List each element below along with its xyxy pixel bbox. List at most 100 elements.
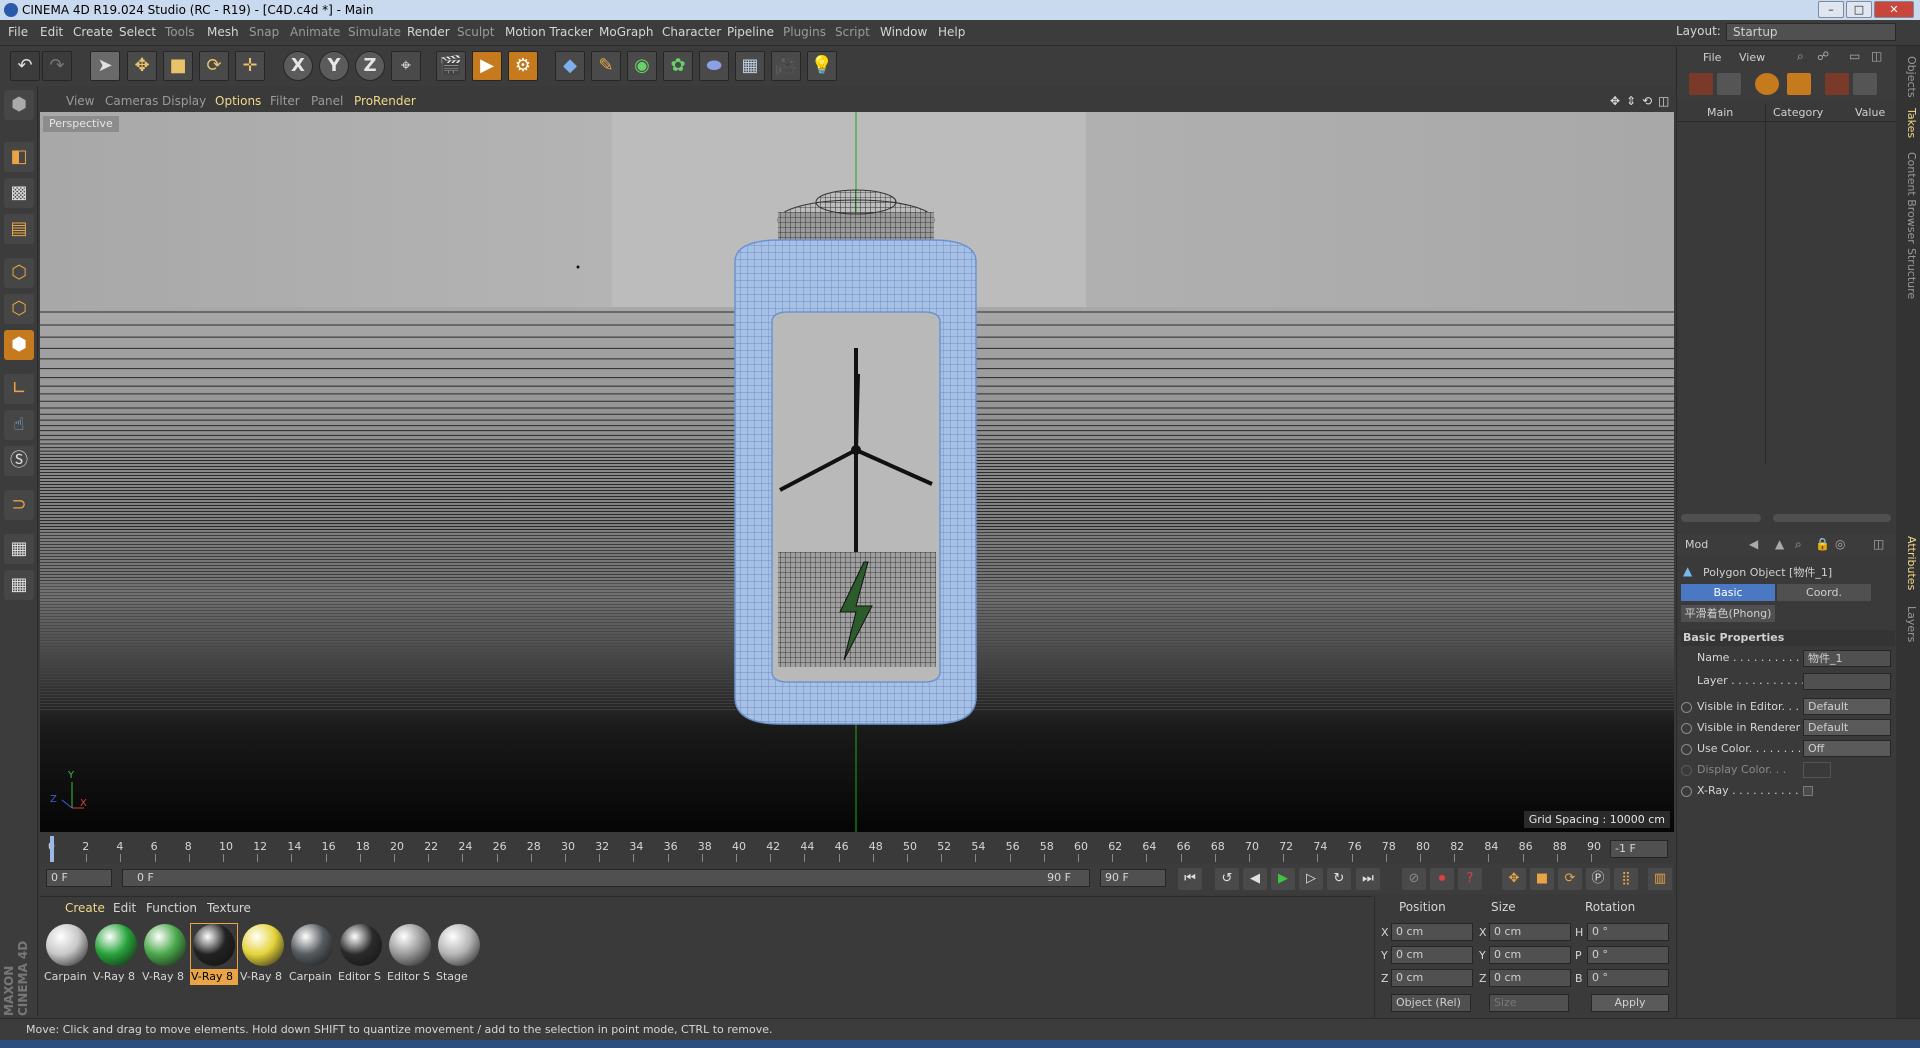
size-z-field[interactable]: 0 cm [1489,969,1571,987]
rot-p-field[interactable]: 0 ° [1587,946,1669,964]
record-keys-icon[interactable]: ⏺ [1430,868,1454,890]
workplane-grid-icon[interactable]: ▦ [4,570,34,600]
layout-dropdown[interactable]: Startup [1726,23,1896,41]
material-swatch[interactable]: Editor S [387,924,433,984]
select-arrow-icon[interactable]: ➤ [90,51,120,81]
undo-icon[interactable]: ↶ [10,51,40,81]
side-tab-content-browser[interactable]: Content Browser [1898,152,1918,244]
attr-lock-icon[interactable]: 🔒 [1815,537,1830,551]
move-tool-icon[interactable]: ✥ [127,51,157,81]
mat-menu-edit[interactable]: Edit [113,901,136,915]
y-axis-lock-icon[interactable]: Y [319,51,349,81]
mograph-cloner-icon[interactable]: ✿ [663,51,693,81]
cube-primitive-icon[interactable]: ◆ [555,51,585,81]
attr-layer-field[interactable] [1803,673,1891,690]
polygons-mode-icon[interactable]: ⬢ [4,330,34,360]
mat-menu-function[interactable]: Function [146,901,197,915]
perspective-viewport[interactable]: Perspective Grid Spacing : 10000 cm Y Z … [40,112,1674,832]
render-picture-viewer-icon[interactable]: ▶ [472,51,502,81]
solo-mode-icon[interactable]: Ⓢ [4,446,34,476]
attr-use-color-dropdown[interactable]: Off [1803,740,1891,757]
menu-motion-tracker[interactable]: Motion Tracker [505,25,593,39]
go-to-start-icon[interactable]: ⏮ [1178,868,1202,890]
maximize-button[interactable]: □ [1846,1,1872,18]
timeline-end-marker[interactable]: -1 F [1610,840,1668,858]
material-swatch[interactable]: V-Ray 8 [240,924,286,984]
vp-menu-panel[interactable]: Panel [311,94,343,108]
menu-mesh[interactable]: Mesh [207,25,239,39]
menu-edit[interactable]: Edit [40,25,63,39]
menu-plugins[interactable]: Plugins [783,25,826,39]
attributes-mode-menu[interactable]: Mod [1685,538,1708,551]
light-icon[interactable]: 💡 [807,51,837,81]
vp-menu-display[interactable]: Display [162,94,206,108]
viewport-rotate-icon[interactable]: ⟲ [1642,94,1652,108]
camera-label[interactable]: Perspective [43,116,119,132]
side-tab-objects[interactable]: Objects [1898,56,1918,98]
motion-record-icon[interactable]: ⊘ [1402,868,1426,890]
menu-pipeline[interactable]: Pipeline [727,25,774,39]
previous-key-icon[interactable]: ↺ [1215,868,1239,890]
z-axis-lock-icon[interactable]: Z [355,51,385,81]
viewport-zoom-icon[interactable]: ⇕ [1626,94,1636,108]
material-swatch[interactable]: Stage [436,924,482,984]
pen-spline-icon[interactable]: ✎ [591,51,621,81]
objects-hscroll-right[interactable] [1773,514,1891,522]
timeline-window-icon[interactable]: ▥ [1648,868,1672,890]
play-forward-icon[interactable]: ▶ [1271,868,1295,890]
render-settings-icon[interactable]: ⚙ [508,51,538,81]
mat-menu-texture[interactable]: Texture [207,901,251,915]
objects-menu-view[interactable]: View [1739,51,1765,64]
menu-script[interactable]: Script [835,25,870,39]
floor-icon[interactable]: ▦ [735,51,765,81]
xray-checkbox[interactable] [1803,786,1813,796]
takes-icon-3[interactable] [1755,73,1779,95]
menu-animate[interactable]: Animate [290,25,340,39]
takes-icon-2[interactable] [1717,73,1741,95]
col-value[interactable]: Value [1855,106,1885,119]
attr-maximize-icon[interactable]: ◫ [1873,537,1884,551]
menu-simulate[interactable]: Simulate [348,25,401,39]
key-position-icon[interactable]: ✥ [1502,868,1526,890]
rotate-tool-icon[interactable]: ⟳ [199,51,229,81]
size-x-field[interactable]: 0 cm [1489,923,1571,941]
vp-menu-view[interactable]: View [66,94,94,108]
texture-mode-icon[interactable]: ▩ [4,178,34,208]
next-key-icon[interactable]: ↻ [1327,868,1351,890]
coordinate-system-icon[interactable]: ⌖ [391,51,421,81]
viewport-maximize-icon[interactable]: ◫ [1658,94,1669,108]
attr-visible-editor-dropdown[interactable]: Default [1803,698,1891,715]
takes-icon-5[interactable] [1825,73,1849,95]
takes-icon-1[interactable] [1689,73,1713,95]
points-mode-icon[interactable]: ⬡ [4,258,34,288]
pos-z-field[interactable]: 0 cm [1391,969,1473,987]
menu-file[interactable]: File [8,25,28,39]
edges-mode-icon[interactable]: ⬡ [4,294,34,324]
frame-range-slider[interactable]: 0 F 90 F [122,869,1090,887]
objects-maximize-icon[interactable]: ◫ [1871,49,1882,63]
subdivision-icon[interactable]: ◉ [627,51,657,81]
tab-phong[interactable]: 平滑着色(Phong) [1681,605,1775,622]
make-editable-icon[interactable]: ⬢ [4,90,34,120]
previous-frame-icon[interactable]: ◀ [1243,868,1267,890]
use-color-radio[interactable] [1681,744,1692,755]
workplane-mode-icon[interactable]: ▤ [4,214,34,244]
menu-sculpt[interactable]: Sculpt [457,25,494,39]
viewport-move-icon[interactable]: ✥ [1610,94,1620,108]
tab-basic[interactable]: Basic [1681,584,1775,601]
vp-menu-options[interactable]: Options [215,94,261,108]
menu-tools[interactable]: Tools [165,25,195,39]
side-tab-layers[interactable]: Layers [1898,606,1918,642]
minimize-button[interactable]: – [1818,1,1844,18]
transform-tool-icon[interactable]: ✛ [235,51,265,81]
key-parameter-icon[interactable]: Ⓟ [1586,868,1610,890]
menu-snap[interactable]: Snap [249,25,279,39]
rot-h-field[interactable]: 0 ° [1587,923,1669,941]
col-main[interactable]: Main [1707,106,1733,119]
axis-mode-icon[interactable]: ∟ [4,374,34,404]
side-tab-attributes[interactable]: Attributes [1898,536,1918,590]
visible-editor-radio[interactable] [1681,702,1692,713]
attr-new-icon[interactable]: ◎ [1835,537,1845,551]
timeline-ruler[interactable]: 0246810121416182022242628303234363840424… [40,834,1674,864]
attr-up-icon[interactable]: ▲ [1775,537,1784,551]
